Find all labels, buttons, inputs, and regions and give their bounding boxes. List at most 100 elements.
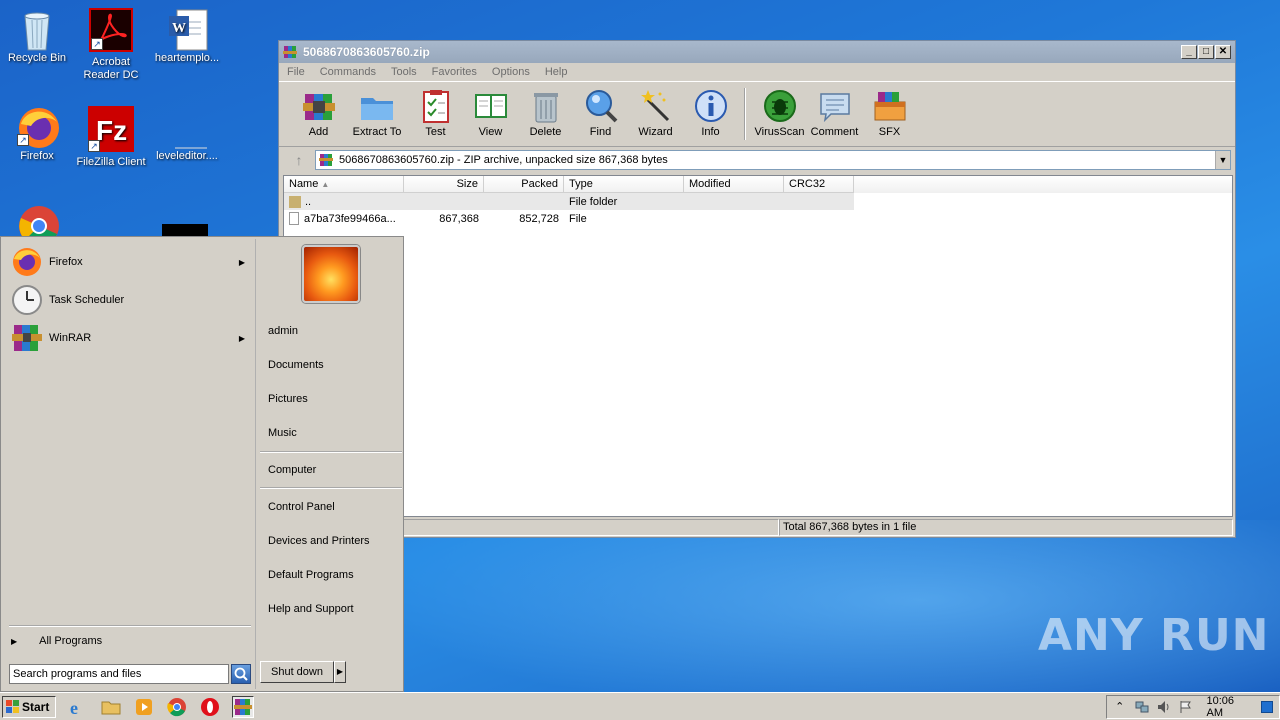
shortcut-arrow-icon: ↗	[88, 140, 100, 152]
magic-wand-icon	[638, 88, 674, 124]
add-archive-icon	[301, 88, 337, 124]
add-button[interactable]: Add	[291, 86, 346, 138]
ie-icon[interactable]: e	[67, 696, 89, 718]
clock[interactable]: 10:06 AM	[1207, 695, 1252, 719]
address-field[interactable]: 5068670863605760.zip - ZIP archive, unpa…	[315, 150, 1231, 170]
column-crc32[interactable]: CRC32	[784, 176, 854, 193]
desktop-icon-leveleditor[interactable]: leveleditor....	[150, 106, 224, 163]
close-button[interactable]: ✕	[1215, 45, 1231, 59]
search-area: Search programs and files	[9, 663, 253, 685]
zip-archive-icon	[319, 153, 335, 167]
user-avatar[interactable]	[302, 245, 360, 303]
column-modified[interactable]: Modified	[684, 176, 784, 193]
bug-icon	[762, 88, 798, 124]
magnifier-icon	[583, 88, 619, 124]
start-menu-programs: Firefox ▶ Task Scheduler WinRAR ▶ ▶ All …	[3, 239, 253, 689]
menu-bar: File Commands Tools Favorites Options He…	[279, 63, 1235, 81]
link-help-support[interactable]: Help and Support	[268, 603, 354, 615]
link-admin[interactable]: admin	[268, 325, 298, 337]
address-dropdown-icon[interactable]: ▼	[1215, 151, 1230, 169]
system-tray: ⌃ 10:06 AM	[1106, 695, 1280, 719]
chrome-icon[interactable]	[166, 696, 188, 718]
folder-up-icon	[289, 195, 301, 208]
info-button[interactable]: Info	[683, 86, 738, 138]
volume-icon[interactable]	[1157, 700, 1171, 714]
desktop-icon-recycle-bin[interactable]: Recycle Bin	[0, 8, 74, 65]
table-row[interactable]: .. File folder	[284, 193, 854, 210]
action-center-flag-icon[interactable]	[1179, 700, 1193, 714]
menu-file[interactable]: File	[287, 66, 305, 78]
show-desktop-button[interactable]	[1261, 701, 1273, 713]
title-bar[interactable]: 5068670863605760.zip _ □ ✕	[279, 41, 1235, 63]
search-icon[interactable]	[231, 664, 251, 684]
link-computer[interactable]: Computer	[268, 464, 316, 476]
link-control-panel[interactable]: Control Panel	[268, 501, 335, 513]
explorer-folder-icon[interactable]	[100, 696, 122, 718]
link-default-programs[interactable]: Default Programs	[268, 569, 354, 581]
table-row[interactable]: a7ba73fe99466a... 867,368 852,728 File	[284, 210, 1232, 227]
start-menu: Firefox ▶ Task Scheduler WinRAR ▶ ▶ All …	[0, 236, 404, 692]
comment-button[interactable]: Comment	[807, 86, 862, 138]
view-button[interactable]: View	[463, 86, 518, 138]
blank-file-icon	[167, 106, 207, 149]
up-arrow-icon[interactable]: ↑	[283, 152, 315, 168]
word-document-icon: W	[167, 8, 208, 51]
link-devices-printers[interactable]: Devices and Printers	[268, 535, 370, 547]
comment-bubble-icon	[817, 88, 853, 124]
clock-icon	[11, 284, 43, 316]
svg-text:Fz: Fz	[96, 115, 127, 146]
column-name[interactable]: Name ▲	[284, 176, 404, 193]
opera-icon[interactable]	[199, 696, 221, 718]
menu-help[interactable]: Help	[545, 66, 568, 78]
link-pictures[interactable]: Pictures	[268, 393, 308, 405]
menu-tools[interactable]: Tools	[391, 66, 417, 78]
firefox-icon: ↗	[17, 106, 59, 148]
filezilla-icon: Fz ↗	[88, 106, 134, 152]
book-icon	[473, 88, 509, 124]
link-documents[interactable]: Documents	[268, 359, 324, 371]
shortcut-arrow-icon: ↗	[91, 38, 103, 50]
column-packed[interactable]: Packed	[484, 176, 564, 193]
acrobat-icon: ↗	[89, 8, 133, 52]
shutdown-button[interactable]: Shut down	[260, 661, 334, 683]
all-programs-button[interactable]: ▶ All Programs	[11, 635, 102, 647]
search-input[interactable]: Search programs and files	[9, 664, 229, 684]
sfx-button[interactable]: SFX	[862, 86, 917, 138]
find-button[interactable]: Find	[573, 86, 628, 138]
checklist-icon	[418, 88, 454, 124]
winrar-taskbar-icon[interactable]	[232, 695, 254, 718]
watermark: ANY RUN	[1038, 610, 1270, 661]
shutdown-options-icon[interactable]: ▶	[334, 661, 346, 683]
start-item-winrar[interactable]: WinRAR ▶	[11, 321, 251, 355]
wizard-button[interactable]: Wizard	[628, 86, 683, 138]
menu-commands[interactable]: Commands	[320, 66, 376, 78]
desktop-icon-acrobat[interactable]: ↗ Acrobat Reader DC	[74, 8, 148, 82]
delete-button[interactable]: Delete	[518, 86, 573, 138]
file-list: Name ▲ Size Packed Type Modified CRC32 .…	[283, 175, 1233, 517]
desktop-icon-word-doc[interactable]: W heartemplo...	[150, 8, 224, 65]
start-button[interactable]: Start	[2, 695, 56, 718]
menu-favorites[interactable]: Favorites	[432, 66, 477, 78]
maximize-button[interactable]: □	[1198, 45, 1214, 59]
virusscan-button[interactable]: VirusScan	[752, 86, 807, 138]
minimize-button[interactable]: _	[1181, 45, 1197, 59]
divider	[260, 487, 402, 489]
start-item-task-scheduler[interactable]: Task Scheduler	[11, 283, 251, 317]
link-music[interactable]: Music	[268, 427, 297, 439]
extract-to-button[interactable]: Extract To	[346, 86, 408, 138]
media-player-icon[interactable]	[133, 696, 155, 718]
taskbar: Start e ⌃ 10:06 AM	[0, 692, 1280, 720]
column-type[interactable]: Type	[564, 176, 684, 193]
shortcut-arrow-icon: ↗	[17, 134, 29, 146]
desktop-icon-filezilla[interactable]: Fz ↗ FileZilla Client	[74, 106, 148, 169]
desktop-icon-firefox[interactable]: ↗ Firefox	[0, 106, 74, 163]
show-hidden-icons-icon[interactable]: ⌃	[1113, 700, 1127, 714]
menu-options[interactable]: Options	[492, 66, 530, 78]
start-item-firefox[interactable]: Firefox ▶	[11, 245, 251, 279]
network-icon[interactable]	[1135, 700, 1149, 714]
divider	[9, 625, 251, 627]
svg-text:W: W	[172, 21, 186, 36]
column-size[interactable]: Size	[404, 176, 484, 193]
test-button[interactable]: Test	[408, 86, 463, 138]
trash-icon	[528, 88, 564, 124]
